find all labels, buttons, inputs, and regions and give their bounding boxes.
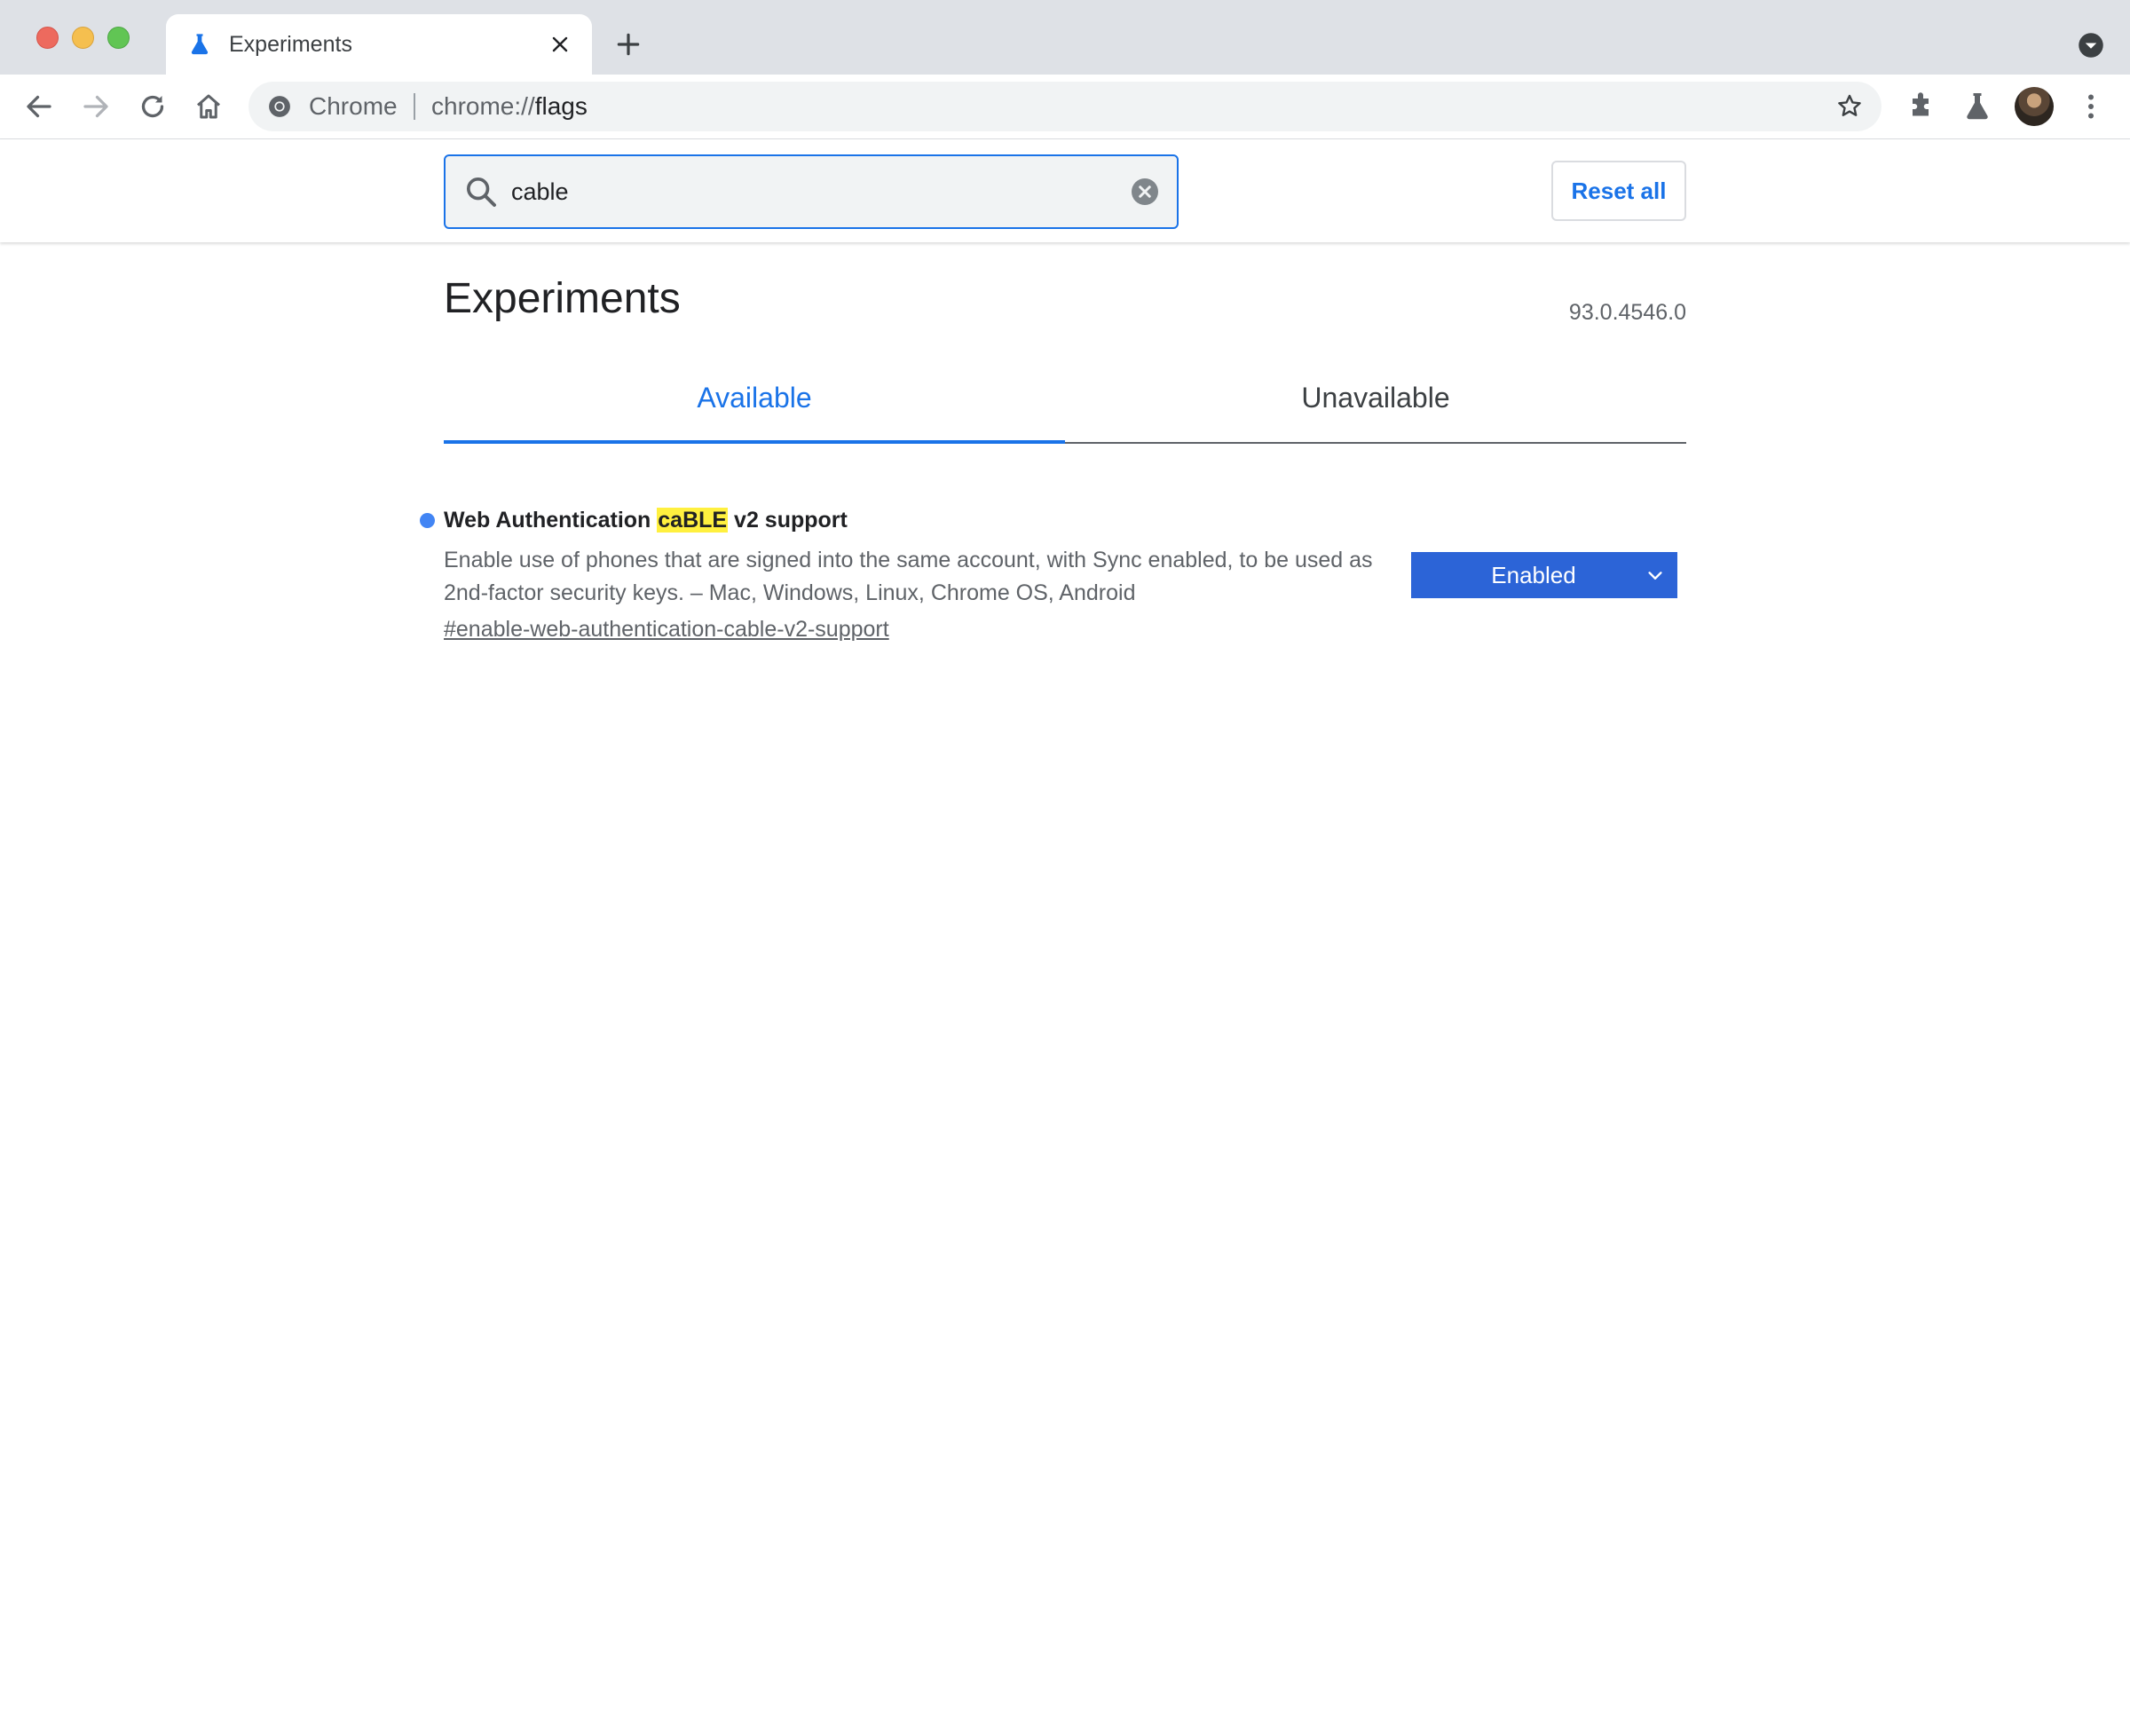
experiments-tabs: Available Unavailable bbox=[444, 373, 1686, 444]
close-tab-icon[interactable] bbox=[549, 34, 571, 55]
url-scheme: chrome:// bbox=[431, 92, 535, 120]
clear-search-icon[interactable] bbox=[1129, 176, 1161, 208]
chrome-logo-icon bbox=[269, 96, 290, 117]
modified-indicator-dot bbox=[420, 513, 435, 528]
forward-arrow-icon[interactable] bbox=[80, 91, 112, 122]
tab-available-label: Available bbox=[697, 382, 812, 414]
url-text[interactable]: chrome://flags bbox=[431, 91, 588, 122]
zoom-window-button[interactable] bbox=[107, 27, 130, 49]
url-host: flags bbox=[534, 92, 588, 120]
tab-unavailable-label: Unavailable bbox=[1301, 382, 1450, 414]
tab-unavailable[interactable]: Unavailable bbox=[1065, 373, 1686, 442]
page-title: Experiments bbox=[444, 275, 681, 322]
experiment-title: Web Authentication caBLE v2 support bbox=[444, 502, 848, 538]
omnibox-divider bbox=[414, 93, 415, 120]
close-window-button[interactable] bbox=[36, 27, 59, 49]
experiment-description: Enable use of phones that are signed int… bbox=[444, 548, 1373, 605]
profile-avatar[interactable] bbox=[2015, 87, 2054, 126]
browser-toolbar: Chrome chrome://flags bbox=[0, 75, 2130, 139]
flags-header: Reset all bbox=[0, 139, 2130, 242]
search-match-highlight: caBLE bbox=[657, 508, 729, 533]
omnibox[interactable]: Chrome chrome://flags bbox=[248, 82, 1882, 131]
experiment-state-value: Enabled bbox=[1491, 562, 1576, 588]
experiment-title-prefix: Web Authentication bbox=[444, 508, 658, 533]
search-icon bbox=[467, 178, 496, 207]
star-icon[interactable] bbox=[1835, 92, 1864, 121]
new-tab-icon[interactable] bbox=[614, 30, 643, 59]
flask-icon bbox=[191, 34, 209, 55]
experiment-item: Web Authentication caBLE v2 support Enab… bbox=[420, 502, 1686, 653]
experiment-permalink[interactable]: #enable-web-authentication-cable-v2-supp… bbox=[444, 614, 889, 644]
home-icon[interactable] bbox=[193, 91, 225, 122]
reset-all-button[interactable]: Reset all bbox=[1551, 161, 1686, 221]
flags-search-box[interactable] bbox=[444, 154, 1179, 229]
back-arrow-icon[interactable] bbox=[23, 91, 55, 122]
tab-strip: Experiments bbox=[0, 0, 2130, 75]
search-input[interactable] bbox=[509, 170, 1081, 213]
version-label: 93.0.4546.0 bbox=[1568, 300, 1686, 325]
experiment-state-select[interactable]: Enabled bbox=[1411, 552, 1677, 598]
experiment-title-suffix: v2 support bbox=[728, 508, 848, 533]
omnibox-chip: Chrome bbox=[309, 92, 398, 120]
tab-available[interactable]: Available bbox=[444, 373, 1065, 444]
kebab-menu-icon[interactable] bbox=[2075, 91, 2107, 122]
flask-icon[interactable] bbox=[1961, 91, 1993, 122]
puzzle-piece-icon[interactable] bbox=[1905, 91, 1937, 122]
minimize-window-button[interactable] bbox=[72, 27, 94, 49]
reload-icon[interactable] bbox=[137, 91, 169, 122]
chevron-down-icon bbox=[1648, 572, 1662, 580]
browser-tab-experiments[interactable]: Experiments bbox=[166, 14, 592, 75]
selected-tab-indicator bbox=[444, 440, 1065, 444]
tab-title: Experiments bbox=[229, 32, 352, 57]
tab-search-icon[interactable] bbox=[2078, 32, 2104, 59]
